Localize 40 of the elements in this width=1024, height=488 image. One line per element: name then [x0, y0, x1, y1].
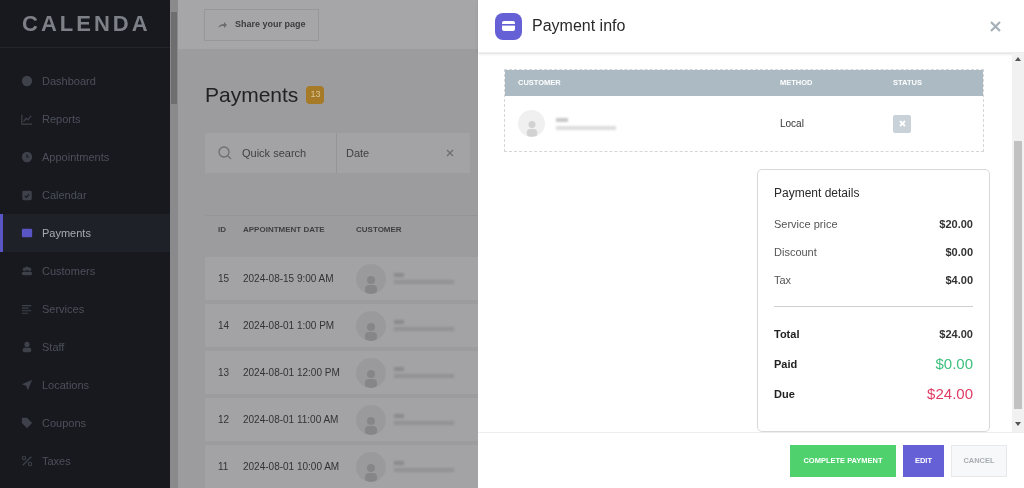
detail-value: $0.00: [945, 244, 973, 260]
table-row[interactable]: 15 2024-08-15 9:00 AM: [205, 257, 478, 300]
column-header[interactable]: CUSTOMER: [356, 224, 456, 237]
table-row[interactable]: 12 2024-08-01 11:00 AM: [205, 398, 478, 441]
sidebar-item[interactable]: Calendar: [0, 176, 170, 214]
table-row[interactable]: 14 2024-08-01 1:00 PM: [205, 304, 478, 347]
count-badge: 13: [306, 86, 325, 104]
sidebar-item[interactable]: Locations: [0, 366, 170, 404]
sidebar-item[interactable]: Taxes: [0, 442, 170, 480]
search-field[interactable]: Quick search: [205, 132, 336, 173]
detail-label: Service price: [774, 216, 838, 232]
logo: CALENDA: [22, 10, 151, 38]
detail-label: Paid: [774, 356, 798, 372]
column-header[interactable]: APPOINTMENT DATE: [243, 224, 356, 237]
detail-value: $0.00: [935, 353, 973, 374]
detail-label: Tax: [774, 272, 792, 288]
detail-value: $24.00: [927, 383, 973, 404]
detail-label: Due: [774, 386, 795, 402]
sidebar-item[interactable]: Dashboard: [0, 62, 170, 100]
page-title: Payments: [205, 82, 299, 109]
detail-value: $20.00: [939, 216, 973, 232]
sidebar-item[interactable]: Staff: [0, 328, 170, 366]
detail-value: $4.00: [945, 272, 973, 288]
share-button[interactable]: Share your page: [204, 8, 319, 41]
detail-value: $24.00: [939, 326, 973, 342]
detail-label: Discount: [774, 244, 817, 260]
detail-label: Total: [774, 326, 800, 342]
sidebar-item[interactable]: Customers: [0, 252, 170, 290]
sidebar-item[interactable]: Appointments: [0, 138, 170, 176]
table-row[interactable]: 13 2024-08-01 12:00 PM: [205, 351, 478, 394]
column-header[interactable]: ID: [205, 224, 243, 237]
details-title: Payment details: [774, 185, 861, 202]
table-row[interactable]: 11 2024-08-01 10:00 AM: [205, 445, 478, 488]
method-text: Local: [780, 117, 805, 131]
sidebar-item[interactable]: Coupons: [0, 404, 170, 442]
modal-title: Payment info: [532, 16, 626, 36]
sidebar-item[interactable]: Payments: [0, 214, 170, 252]
date-field[interactable]: Date: [337, 132, 470, 173]
sidebar-item[interactable]: Services: [0, 290, 170, 328]
sidebar-item[interactable]: Reports: [0, 100, 170, 138]
